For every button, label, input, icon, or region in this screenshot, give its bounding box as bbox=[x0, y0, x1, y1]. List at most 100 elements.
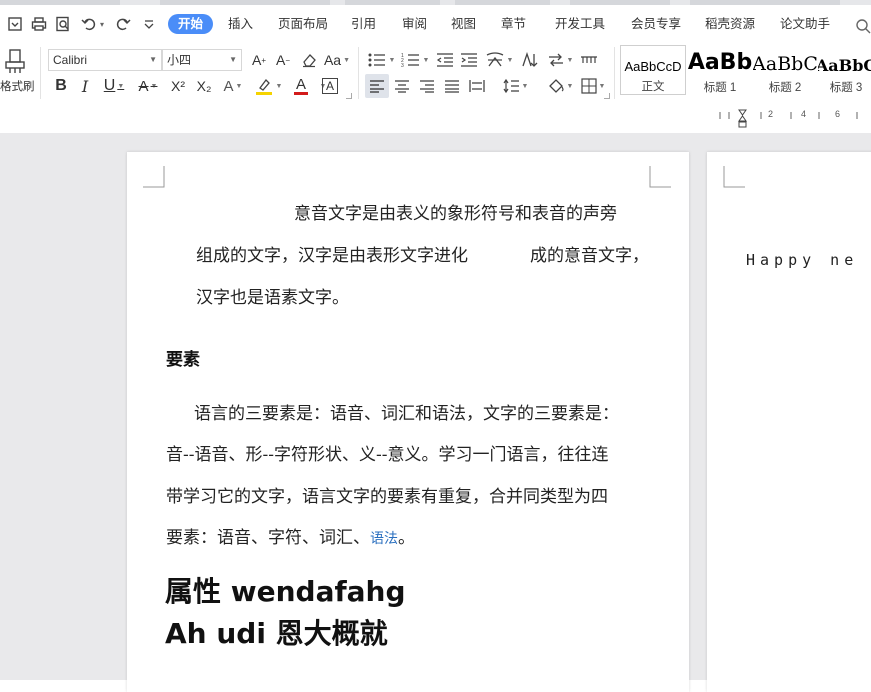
ruler-label: 4 bbox=[801, 109, 807, 119]
paragraph-line: 音--语音、形--字符形状、义--意义。学习一门语言，往往连 bbox=[166, 445, 609, 465]
style-heading-1[interactable]: AaBb 标题 1 bbox=[688, 45, 752, 95]
text-direction-icon bbox=[548, 53, 563, 67]
print-preview-icon[interactable] bbox=[54, 15, 72, 33]
paragraph-line: 带学习它的文字，语言文字的要素有重复，合并同类型为四 bbox=[166, 487, 608, 507]
style-heading-2[interactable]: AaBbC 标题 2 bbox=[753, 45, 817, 95]
font-name-value: Calibri bbox=[53, 53, 88, 67]
numbering-button[interactable]: 1 2 3 ▼ bbox=[400, 49, 430, 71]
crop-mark bbox=[143, 166, 165, 188]
horizontal-ruler[interactable]: 2 4 6 bbox=[715, 107, 871, 128]
subscript-button[interactable]: X₂ bbox=[193, 75, 215, 97]
underline-label: U bbox=[103, 77, 116, 94]
font-name-select[interactable]: Calibri ▼ bbox=[48, 49, 162, 71]
format-painter-label[interactable]: 格式刷 bbox=[0, 78, 35, 94]
hyperlink[interactable]: 语法 bbox=[370, 531, 398, 547]
shading-button[interactable]: ▼ bbox=[545, 75, 575, 97]
chevron-down-icon: ▼ bbox=[229, 55, 237, 64]
paragraph-line: 语言的三要素是：语音、词汇和语法，文字的三要素是： bbox=[194, 404, 619, 424]
paragraph-line: 组成的文字，汉字是由表形文字进化 bbox=[196, 246, 468, 266]
paragraph-line: 汉字也是语素文字。 bbox=[196, 288, 349, 308]
chinese-layout-button[interactable]: ▼ bbox=[484, 49, 514, 71]
menu-bar: ▾ 开始 插入 页面布局 引用 审阅 视图 章节 开发工具 会员专享 稻壳资源 … bbox=[0, 5, 871, 43]
tab-chapter[interactable]: 章节 bbox=[501, 14, 526, 34]
crop-mark bbox=[723, 166, 745, 188]
tab-insert[interactable]: 插入 bbox=[228, 14, 253, 34]
tab-member[interactable]: 会员专享 bbox=[631, 14, 681, 34]
text-effect-label: A bbox=[223, 77, 234, 95]
show-marks-icon[interactable] bbox=[578, 49, 600, 71]
heading-large: 属性 wendafahg bbox=[165, 575, 406, 608]
align-left-icon[interactable] bbox=[367, 75, 387, 97]
paint-bucket-icon bbox=[548, 79, 564, 93]
chinese-layout-icon bbox=[486, 52, 503, 67]
font-size-select[interactable]: 小四 ▼ bbox=[162, 49, 242, 71]
tab-page-layout[interactable]: 页面布局 bbox=[278, 14, 328, 34]
paragraph-text: 。 bbox=[398, 528, 415, 548]
undo-icon[interactable] bbox=[80, 15, 98, 33]
italic-button[interactable]: I bbox=[76, 75, 94, 97]
style-sample: AaBbCcD bbox=[624, 59, 682, 74]
ribbon-home: 格式刷 Calibri ▼ 小四 ▼ A + A − Aa ▼ B I U ▼ A ▼ X… bbox=[0, 43, 871, 103]
clear-format-icon[interactable] bbox=[299, 49, 319, 71]
char-border-button[interactable]: A bbox=[322, 78, 338, 94]
styles-gallery: AaBbCcD 正文 AaBb 标题 1 AaBbC 标题 2 AaBbC 标题… bbox=[620, 45, 871, 95]
tab-developer[interactable]: 开发工具 bbox=[555, 14, 605, 34]
numbered-list-icon: 123 bbox=[401, 53, 419, 68]
paragraph-line: 意音文字是由表义的象形符号和表音的声旁 bbox=[294, 204, 617, 224]
print-icon[interactable] bbox=[30, 15, 48, 33]
justify-icon[interactable] bbox=[442, 75, 462, 97]
bullets-button[interactable]: ▼ bbox=[366, 49, 396, 71]
undo-dropdown-icon[interactable]: ▾ bbox=[100, 15, 104, 35]
style-normal[interactable]: AaBbCcD 正文 bbox=[620, 45, 686, 95]
grow-font-icon[interactable]: A + bbox=[249, 49, 269, 71]
decrease-indent-icon[interactable] bbox=[435, 49, 455, 71]
customize-icon[interactable] bbox=[140, 15, 158, 33]
tab-review[interactable]: 审阅 bbox=[402, 14, 427, 34]
style-name: 正文 bbox=[641, 81, 665, 93]
tab-home[interactable]: 开始 bbox=[168, 14, 214, 34]
search-icon[interactable] bbox=[855, 18, 871, 39]
paragraph-line: 成的意音文字， bbox=[530, 246, 649, 266]
paragraph-dialog-launcher-icon[interactable] bbox=[604, 93, 610, 99]
strikethrough-label: A bbox=[138, 77, 149, 95]
style-name: 标题 1 bbox=[703, 82, 737, 94]
align-center-icon[interactable] bbox=[392, 75, 412, 97]
tab-references[interactable]: 引用 bbox=[351, 14, 376, 34]
bold-button[interactable]: B bbox=[52, 75, 70, 97]
sort-icon[interactable] bbox=[519, 49, 541, 71]
increase-indent-icon[interactable] bbox=[459, 49, 479, 71]
align-right-icon[interactable] bbox=[417, 75, 437, 97]
text-effect-button[interactable]: A ▼ bbox=[220, 75, 246, 97]
shrink-font-icon[interactable]: A − bbox=[273, 49, 293, 71]
format-painter-icon[interactable] bbox=[2, 47, 28, 75]
border-grid-icon bbox=[580, 78, 597, 94]
style-heading-3[interactable]: AaBbC 标题 3 bbox=[818, 45, 871, 95]
font-color-button[interactable]: A bbox=[287, 75, 315, 97]
font-color-label: A bbox=[295, 75, 306, 93]
save-icon[interactable] bbox=[6, 15, 24, 33]
heading-large: Ah udi 恩大概就 bbox=[165, 617, 388, 650]
superscript-button[interactable]: X² bbox=[167, 75, 189, 97]
crop-mark bbox=[649, 166, 671, 188]
document-canvas[interactable]: 意音文字是由表义的象形符号和表音的声旁 组成的文字，汉字是由表形文字进化 成的意… bbox=[0, 133, 871, 692]
text-direction-button[interactable]: ▼ bbox=[545, 49, 575, 71]
redo-icon[interactable] bbox=[114, 15, 132, 33]
change-case-button[interactable]: Aa ▼ bbox=[323, 49, 351, 71]
tab-docer-resources[interactable]: 稻壳资源 bbox=[705, 14, 755, 34]
font-dialog-launcher-icon[interactable] bbox=[346, 93, 352, 99]
highlighter-icon bbox=[255, 79, 272, 95]
underline-button[interactable]: U ▼ bbox=[100, 75, 128, 97]
tab-paper-assistant[interactable]: 论文助手 bbox=[780, 14, 830, 34]
distributed-align-icon[interactable] bbox=[467, 75, 487, 97]
style-sample: AaBb bbox=[688, 50, 752, 75]
style-sample: AaBbC bbox=[753, 53, 817, 75]
strikethrough-button[interactable]: A ▼ bbox=[134, 75, 162, 97]
page-2[interactable]: Happy ne bbox=[707, 152, 871, 692]
chevron-down-icon: ▼ bbox=[149, 55, 157, 64]
page-1[interactable]: 意音文字是由表义的象形符号和表音的声旁 组成的文字，汉字是由表形文字进化 成的意… bbox=[127, 152, 689, 692]
line-spacing-button[interactable]: ▼ bbox=[500, 75, 530, 97]
ruler-label: 6 bbox=[835, 109, 841, 119]
font-color-bar bbox=[294, 91, 308, 95]
highlight-button[interactable]: ▼ bbox=[252, 75, 284, 97]
tab-view[interactable]: 视图 bbox=[451, 14, 476, 34]
